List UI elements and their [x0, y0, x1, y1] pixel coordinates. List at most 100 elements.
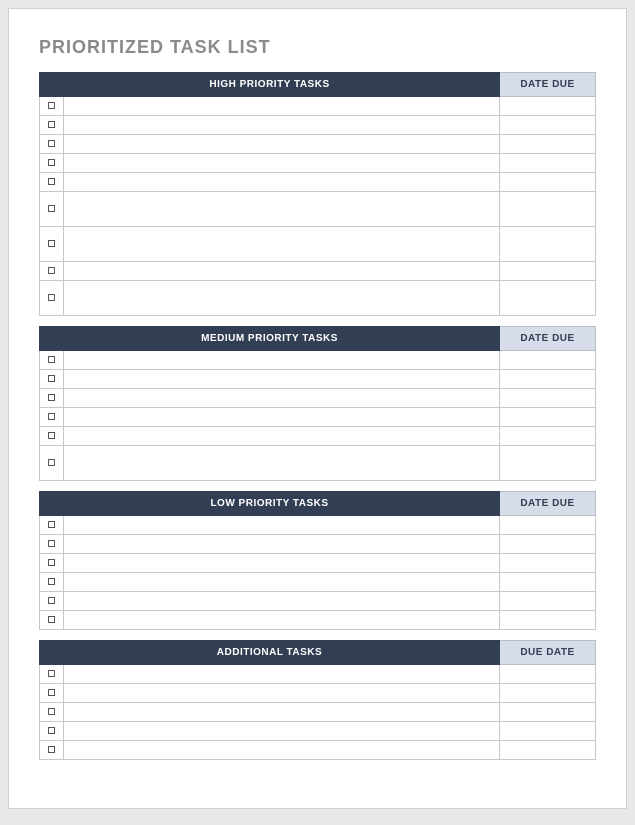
checkbox-cell[interactable]	[40, 665, 64, 684]
checkbox-cell[interactable]	[40, 741, 64, 760]
checkbox-cell[interactable]	[40, 281, 64, 316]
checkbox-icon[interactable]	[48, 559, 55, 566]
checkbox-icon[interactable]	[48, 432, 55, 439]
task-cell[interactable]	[64, 516, 500, 535]
checkbox-icon[interactable]	[48, 708, 55, 715]
checkbox-icon[interactable]	[48, 597, 55, 604]
checkbox-cell[interactable]	[40, 611, 64, 630]
task-cell[interactable]	[64, 741, 500, 760]
checkbox-icon[interactable]	[48, 159, 55, 166]
task-cell[interactable]	[64, 262, 500, 281]
checkbox-icon[interactable]	[48, 413, 55, 420]
due-cell[interactable]	[500, 262, 596, 281]
task-cell[interactable]	[64, 611, 500, 630]
checkbox-cell[interactable]	[40, 592, 64, 611]
task-cell[interactable]	[64, 446, 500, 481]
checkbox-cell[interactable]	[40, 446, 64, 481]
task-cell[interactable]	[64, 427, 500, 446]
checkbox-cell[interactable]	[40, 535, 64, 554]
due-cell[interactable]	[500, 665, 596, 684]
due-cell[interactable]	[500, 516, 596, 535]
due-cell[interactable]	[500, 446, 596, 481]
checkbox-icon[interactable]	[48, 240, 55, 247]
checkbox-cell[interactable]	[40, 97, 64, 116]
due-cell[interactable]	[500, 351, 596, 370]
due-cell[interactable]	[500, 173, 596, 192]
checkbox-cell[interactable]	[40, 116, 64, 135]
task-cell[interactable]	[64, 154, 500, 173]
checkbox-cell[interactable]	[40, 573, 64, 592]
task-cell[interactable]	[64, 116, 500, 135]
checkbox-cell[interactable]	[40, 351, 64, 370]
due-cell[interactable]	[500, 535, 596, 554]
checkbox-icon[interactable]	[48, 616, 55, 623]
due-cell[interactable]	[500, 192, 596, 227]
due-cell[interactable]	[500, 427, 596, 446]
checkbox-cell[interactable]	[40, 370, 64, 389]
checkbox-cell[interactable]	[40, 703, 64, 722]
checkbox-icon[interactable]	[48, 521, 55, 528]
due-cell[interactable]	[500, 154, 596, 173]
due-cell[interactable]	[500, 684, 596, 703]
due-cell[interactable]	[500, 554, 596, 573]
checkbox-cell[interactable]	[40, 722, 64, 741]
task-cell[interactable]	[64, 97, 500, 116]
task-cell[interactable]	[64, 722, 500, 741]
task-cell[interactable]	[64, 135, 500, 154]
due-cell[interactable]	[500, 722, 596, 741]
checkbox-icon[interactable]	[48, 140, 55, 147]
checkbox-icon[interactable]	[48, 178, 55, 185]
due-cell[interactable]	[500, 741, 596, 760]
checkbox-icon[interactable]	[48, 267, 55, 274]
due-cell[interactable]	[500, 116, 596, 135]
checkbox-icon[interactable]	[48, 578, 55, 585]
task-cell[interactable]	[64, 554, 500, 573]
checkbox-icon[interactable]	[48, 670, 55, 677]
checkbox-cell[interactable]	[40, 389, 64, 408]
due-cell[interactable]	[500, 281, 596, 316]
checkbox-icon[interactable]	[48, 689, 55, 696]
task-cell[interactable]	[64, 389, 500, 408]
task-cell[interactable]	[64, 684, 500, 703]
checkbox-icon[interactable]	[48, 459, 55, 466]
task-cell[interactable]	[64, 535, 500, 554]
checkbox-icon[interactable]	[48, 727, 55, 734]
checkbox-cell[interactable]	[40, 154, 64, 173]
due-cell[interactable]	[500, 227, 596, 262]
checkbox-cell[interactable]	[40, 408, 64, 427]
checkbox-cell[interactable]	[40, 173, 64, 192]
task-cell[interactable]	[64, 703, 500, 722]
task-cell[interactable]	[64, 573, 500, 592]
checkbox-cell[interactable]	[40, 135, 64, 154]
due-cell[interactable]	[500, 611, 596, 630]
checkbox-cell[interactable]	[40, 516, 64, 535]
due-cell[interactable]	[500, 703, 596, 722]
due-cell[interactable]	[500, 370, 596, 389]
due-cell[interactable]	[500, 592, 596, 611]
checkbox-icon[interactable]	[48, 294, 55, 301]
task-cell[interactable]	[64, 592, 500, 611]
checkbox-icon[interactable]	[48, 102, 55, 109]
checkbox-cell[interactable]	[40, 554, 64, 573]
task-cell[interactable]	[64, 370, 500, 389]
task-cell[interactable]	[64, 408, 500, 427]
due-cell[interactable]	[500, 389, 596, 408]
task-cell[interactable]	[64, 665, 500, 684]
task-cell[interactable]	[64, 351, 500, 370]
task-cell[interactable]	[64, 173, 500, 192]
due-cell[interactable]	[500, 97, 596, 116]
checkbox-cell[interactable]	[40, 427, 64, 446]
due-cell[interactable]	[500, 573, 596, 592]
checkbox-icon[interactable]	[48, 356, 55, 363]
task-cell[interactable]	[64, 227, 500, 262]
checkbox-icon[interactable]	[48, 394, 55, 401]
checkbox-cell[interactable]	[40, 192, 64, 227]
checkbox-icon[interactable]	[48, 121, 55, 128]
checkbox-icon[interactable]	[48, 540, 55, 547]
due-cell[interactable]	[500, 408, 596, 427]
checkbox-cell[interactable]	[40, 684, 64, 703]
checkbox-cell[interactable]	[40, 227, 64, 262]
checkbox-cell[interactable]	[40, 262, 64, 281]
task-cell[interactable]	[64, 281, 500, 316]
task-cell[interactable]	[64, 192, 500, 227]
